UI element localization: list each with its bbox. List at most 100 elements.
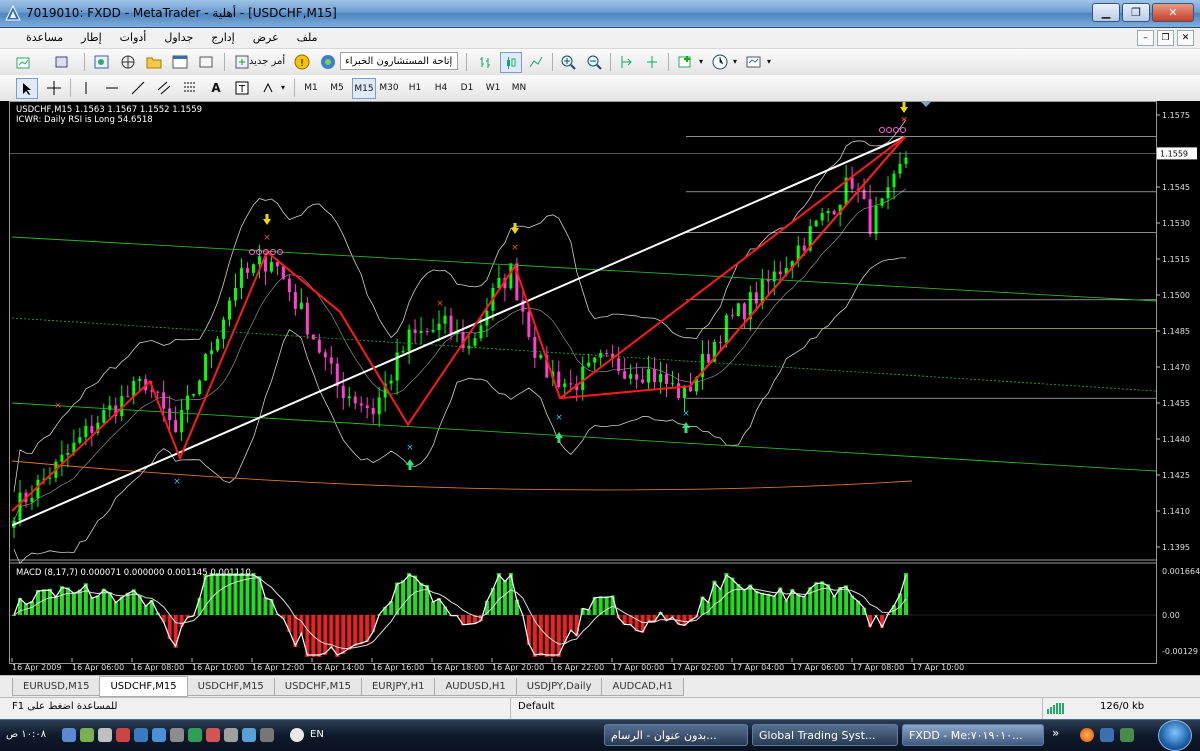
zoom-out-icon[interactable] <box>584 52 604 71</box>
child-close-button[interactable]: ✕ <box>1177 30 1194 46</box>
tray-clock[interactable]: ١٠:٠٨ ص <box>6 729 46 740</box>
market-watch-icon[interactable] <box>92 52 112 71</box>
timeframe-button-m5[interactable]: M5 <box>326 78 348 97</box>
expert-advisors-icon[interactable] <box>318 52 338 71</box>
chart-tab-6[interactable]: USDJPY,Daily <box>515 678 603 696</box>
tray-app-icon-11[interactable] <box>260 728 274 742</box>
chart-tab-0[interactable]: EURUSD,M15 <box>12 678 101 696</box>
chart-tab-2[interactable]: USDCHF,M15 <box>186 678 275 696</box>
vertical-line-icon[interactable] <box>76 78 96 97</box>
autoscroll-icon[interactable] <box>642 52 662 71</box>
menu-item-1[interactable]: عرض <box>253 31 279 44</box>
taskbar-button-fxdd[interactable]: FXDD - Me:٧٠١٩٠١٠... <box>902 724 1044 746</box>
language-globe-icon[interactable] <box>290 728 304 742</box>
templates-dropdown[interactable]: ▾ <box>764 52 774 71</box>
close-button[interactable]: ✕ <box>1152 3 1194 22</box>
bar-chart-icon[interactable] <box>476 52 496 71</box>
tray-app-icon-9[interactable] <box>224 728 238 742</box>
chart-tab-3[interactable]: USDCHF,M15 <box>273 678 362 696</box>
menu-item-4[interactable]: أدوات <box>120 31 147 44</box>
sell-cross-mark: × <box>900 115 908 125</box>
timeframe-button-h1[interactable]: H1 <box>404 78 426 97</box>
new-order-button[interactable]: أمر جديد <box>232 52 288 71</box>
timeframe-button-mn[interactable]: MN <box>508 78 530 97</box>
tray-app-icon-7[interactable] <box>188 728 202 742</box>
chart-tab-5[interactable]: AUDUSD,H1 <box>434 678 517 696</box>
taskbar-button-paint[interactable]: بدون عنوان - الرسام... <box>604 724 748 746</box>
child-minimize-button[interactable]: – <box>1137 30 1154 46</box>
tray-app-icon-5[interactable] <box>152 728 166 742</box>
chart-header-indicator: ICWR: Daily RSI is Long 54.6518 <box>16 115 153 125</box>
arrows-icon[interactable] <box>258 78 278 97</box>
zoom-in-icon[interactable] <box>558 52 578 71</box>
tray-app-icon-2[interactable] <box>98 728 112 742</box>
start-orb-button[interactable] <box>1158 720 1192 751</box>
menu-item-3[interactable]: جداول <box>164 31 193 44</box>
tray-app-icon-10[interactable] <box>242 728 256 742</box>
volume-icon[interactable] <box>62 728 76 742</box>
indicators-icon[interactable] <box>676 52 696 71</box>
text-label-icon[interactable]: T <box>232 78 252 97</box>
profiles-icon[interactable] <box>52 52 72 71</box>
line-chart-icon[interactable] <box>526 52 546 71</box>
taskbar-button-global-trading[interactable]: Global Trading Syst... <box>752 724 898 746</box>
crosshair-icon[interactable] <box>44 78 64 97</box>
buy-cross-mark: × <box>682 409 690 419</box>
menu-item-6[interactable]: مساعدة <box>26 31 63 44</box>
quick-launch-chevron-icon[interactable]: » <box>1052 726 1059 740</box>
indicators-dropdown[interactable]: ▾ <box>696 52 706 71</box>
quicklaunch-icon-3[interactable] <box>1120 728 1134 742</box>
navigator-icon[interactable] <box>118 52 138 71</box>
chart-tab-4[interactable]: EURJPY,H1 <box>360 678 436 696</box>
alert-icon[interactable]: ! <box>292 52 312 71</box>
price-chart[interactable]: ××××××××× 1.15751.15601.15451.15301.1515… <box>0 101 1200 675</box>
periodicity-dropdown[interactable]: ▾ <box>730 52 740 71</box>
channel-icon[interactable] <box>154 78 174 97</box>
chart-tab-1[interactable]: USDCHF,M15 <box>99 676 188 697</box>
firefox-icon[interactable] <box>1080 728 1094 742</box>
chart-tab-7[interactable]: AUDCAD,H1 <box>601 678 684 696</box>
timeframe-button-h4[interactable]: H4 <box>430 78 452 97</box>
minimize-button[interactable]: ▁ <box>1092 3 1120 22</box>
candle-body <box>437 323 441 331</box>
timeframe-button-m15[interactable]: M15 <box>352 78 376 99</box>
candlestick-icon[interactable] <box>500 52 522 73</box>
quicklaunch-icon-2[interactable] <box>1100 728 1114 742</box>
candle-body <box>659 374 663 383</box>
timeframe-button-w1[interactable]: W1 <box>482 78 504 97</box>
templates-icon[interactable] <box>744 52 764 71</box>
menu-item-5[interactable]: إطار <box>81 31 101 44</box>
terminal-icon[interactable] <box>170 52 190 71</box>
candle-body <box>671 383 675 385</box>
child-restore-button[interactable]: ❐ <box>1157 30 1174 46</box>
menu-item-0[interactable]: ملف <box>297 31 318 44</box>
cursor-icon[interactable] <box>16 78 38 99</box>
pattern-circle-marker <box>886 127 892 133</box>
arrows-dropdown[interactable]: ▾ <box>278 78 288 97</box>
timeframe-button-m30[interactable]: M30 <box>378 78 400 97</box>
expert-advisors-toggle[interactable]: إتاحة المستشارون الخبراء <box>340 52 458 70</box>
trendline-icon[interactable] <box>128 78 148 97</box>
tray-app-icon-4[interactable] <box>134 728 148 742</box>
tray-app-icon-3[interactable] <box>116 728 130 742</box>
language-indicator[interactable]: EN <box>310 729 324 740</box>
chart-shift-icon[interactable] <box>616 52 636 71</box>
macd-histogram-bar <box>760 592 765 615</box>
tray-app-icon-8[interactable] <box>206 728 220 742</box>
folder-icon[interactable] <box>144 52 164 71</box>
timeframe-button-d1[interactable]: D1 <box>456 78 478 97</box>
new-chart-icon[interactable] <box>14 52 34 71</box>
tester-icon[interactable] <box>196 52 216 71</box>
horizontal-line-icon[interactable] <box>102 78 122 97</box>
tray-app-icon-1[interactable] <box>80 728 94 742</box>
fibonacci-icon[interactable] <box>180 78 200 97</box>
text-icon[interactable]: A <box>206 78 226 97</box>
chart-shift-marker-icon <box>920 101 932 107</box>
timeframe-button-m1[interactable]: M1 <box>300 78 322 97</box>
menu-item-2[interactable]: إدارج <box>211 31 234 44</box>
macd-histogram-bar <box>766 593 771 615</box>
tray-app-icon-6[interactable] <box>170 728 184 742</box>
periodicity-clock-icon[interactable] <box>710 52 730 71</box>
chart-window[interactable]: ××××××××× 1.15751.15601.15451.15301.1515… <box>0 101 1200 675</box>
restore-button[interactable]: ❐ <box>1122 3 1150 22</box>
